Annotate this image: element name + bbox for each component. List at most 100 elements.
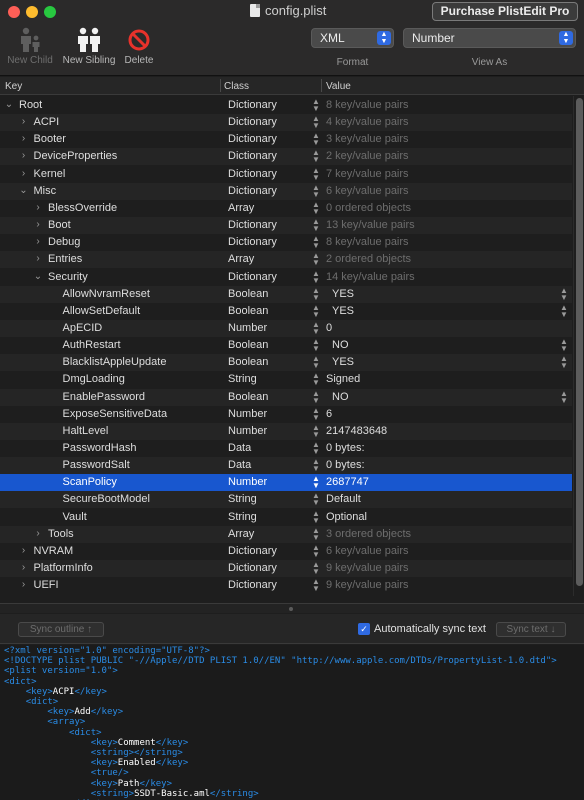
outline-row[interactable]: AllowSetDefault Boolean ▲ ▼ YES ▲ ▼ <box>0 303 572 320</box>
row-value[interactable]: 6 key/value pairs <box>326 185 409 197</box>
row-value[interactable]: 9 key/value pairs <box>326 562 409 574</box>
class-popup-chevron-icon[interactable]: ▲ ▼ <box>312 200 320 215</box>
sync-outline-button[interactable]: Sync outline ↑ <box>18 622 104 637</box>
new-child-button[interactable]: New Child <box>5 24 55 66</box>
column-key-header[interactable]: Key <box>5 81 22 92</box>
outline-row[interactable]: › ACPI Dictionary ▲ ▼ 4 key/value pairs <box>0 114 572 132</box>
class-popup-chevron-icon[interactable]: ▲ ▼ <box>312 389 320 404</box>
class-popup-chevron-icon[interactable]: ▲ ▼ <box>312 115 320 130</box>
row-key[interactable]: DeviceProperties <box>34 150 118 162</box>
sync-text-button[interactable]: Sync text ↓ <box>496 622 566 637</box>
row-class[interactable]: Dictionary <box>228 185 277 197</box>
outline-row[interactable]: ExposeSensitiveData Number ▲ ▼ 6 <box>0 406 572 423</box>
row-class[interactable]: Dictionary <box>228 562 277 574</box>
class-popup-chevron-icon[interactable]: ▲ ▼ <box>312 338 320 353</box>
row-key[interactable]: ExposeSensitiveData <box>63 408 168 420</box>
row-class[interactable]: Dictionary <box>228 133 277 145</box>
class-popup-chevron-icon[interactable]: ▲ ▼ <box>312 269 320 284</box>
row-class[interactable]: Boolean <box>228 305 268 317</box>
row-class[interactable]: Array <box>228 202 254 214</box>
delete-button[interactable]: Delete <box>121 24 157 66</box>
row-class[interactable]: Dictionary <box>228 219 277 231</box>
class-popup-chevron-icon[interactable]: ▲ ▼ <box>312 98 320 113</box>
format-select[interactable]: XML ▲ ▼ <box>311 28 394 48</box>
row-value[interactable]: 2147483648 <box>326 425 387 437</box>
outline-row[interactable]: ⌄ Misc Dictionary ▲ ▼ 6 key/value pairs <box>0 182 572 200</box>
row-key[interactable]: HaltLevel <box>63 425 109 437</box>
class-popup-chevron-icon[interactable]: ▲ ▼ <box>312 509 320 524</box>
row-key[interactable]: ScanPolicy <box>63 476 117 488</box>
row-key[interactable]: Kernel <box>34 168 66 180</box>
row-key[interactable]: BlessOverride <box>48 202 117 214</box>
row-value[interactable]: 8 key/value pairs <box>326 99 409 111</box>
row-value[interactable]: YES <box>332 356 354 368</box>
disclosure-closed-icon[interactable]: › <box>33 236 43 247</box>
row-class[interactable]: Array <box>228 528 254 540</box>
row-class[interactable]: Dictionary <box>228 116 277 128</box>
row-value[interactable]: 13 key/value pairs <box>326 219 415 231</box>
row-class[interactable]: Number <box>228 322 267 334</box>
row-class[interactable]: Number <box>228 408 267 420</box>
class-popup-chevron-icon[interactable]: ▲ ▼ <box>312 303 320 318</box>
row-class[interactable]: Data <box>228 459 251 471</box>
zoom-window-button[interactable] <box>44 6 56 18</box>
row-value[interactable]: 0 bytes: <box>326 442 365 454</box>
class-popup-chevron-icon[interactable]: ▲ ▼ <box>312 235 320 250</box>
disclosure-closed-icon[interactable]: › <box>33 253 43 264</box>
class-popup-chevron-icon[interactable]: ▲ ▼ <box>312 578 320 593</box>
class-popup-chevron-icon[interactable]: ▲ ▼ <box>312 492 320 507</box>
row-class[interactable]: Boolean <box>228 356 268 368</box>
xml-text-view[interactable]: <?xml version="1.0" encoding="UTF-8"?> <!… <box>0 645 584 800</box>
row-key[interactable]: PlatformInfo <box>34 562 93 574</box>
minimize-window-button[interactable] <box>26 6 38 18</box>
row-class[interactable]: Dictionary <box>228 236 277 248</box>
row-value[interactable]: YES <box>332 288 354 300</box>
outline-row[interactable]: BlacklistAppleUpdate Boolean ▲ ▼ YES ▲ ▼ <box>0 354 572 372</box>
row-value[interactable]: 6 <box>326 408 332 420</box>
row-key[interactable]: SecureBootModel <box>63 493 150 505</box>
class-popup-chevron-icon[interactable]: ▲ ▼ <box>312 286 320 301</box>
class-popup-chevron-icon[interactable]: ▲ ▼ <box>312 458 320 473</box>
row-key[interactable]: AuthRestart <box>63 339 121 351</box>
split-view-divider[interactable] <box>0 603 584 613</box>
outline-row[interactable]: › Tools Array ▲ ▼ 3 ordered objects <box>0 525 572 543</box>
outline-row[interactable]: PasswordHash Data ▲ ▼ 0 bytes: <box>0 440 572 457</box>
disclosure-closed-icon[interactable]: › <box>19 579 29 590</box>
disclosure-open-icon[interactable]: ⌄ <box>4 99 14 110</box>
row-class[interactable]: Dictionary <box>228 579 277 591</box>
row-key[interactable]: NVRAM <box>34 545 74 557</box>
row-value[interactable]: 0 bytes: <box>326 459 365 471</box>
row-value[interactable]: 4 key/value pairs <box>326 116 409 128</box>
row-key[interactable]: Tools <box>48 528 74 540</box>
row-value[interactable]: 6 key/value pairs <box>326 545 409 557</box>
row-key[interactable]: Misc <box>34 185 57 197</box>
class-popup-chevron-icon[interactable]: ▲ ▼ <box>312 543 320 558</box>
row-value[interactable]: NO <box>332 391 349 403</box>
row-value[interactable]: Optional <box>326 511 367 523</box>
row-class[interactable]: Data <box>228 442 251 454</box>
row-key[interactable]: BlacklistAppleUpdate <box>63 356 167 368</box>
row-key[interactable]: ApECID <box>63 322 103 334</box>
row-key[interactable]: Entries <box>48 253 82 265</box>
disclosure-closed-icon[interactable]: › <box>19 116 29 127</box>
row-key[interactable]: Booter <box>34 133 66 145</box>
disclosure-closed-icon[interactable]: › <box>33 219 43 230</box>
outline-row[interactable]: ApECID Number ▲ ▼ 0 <box>0 319 572 337</box>
row-key[interactable]: DmgLoading <box>63 373 125 385</box>
class-popup-chevron-icon[interactable]: ▲ ▼ <box>312 372 320 387</box>
row-value[interactable]: Default <box>326 493 361 505</box>
row-key[interactable]: ACPI <box>34 116 60 128</box>
column-divider[interactable] <box>220 79 221 92</box>
row-class[interactable]: Boolean <box>228 339 268 351</box>
outline-row[interactable]: › Debug Dictionary ▲ ▼ 8 key/value pairs <box>0 234 572 251</box>
row-class[interactable]: String <box>228 493 257 505</box>
row-class[interactable]: Dictionary <box>228 271 277 283</box>
class-popup-chevron-icon[interactable]: ▲ ▼ <box>312 149 320 164</box>
outline-row[interactable]: SecureBootModel String ▲ ▼ Default <box>0 491 572 509</box>
row-class[interactable]: String <box>228 373 257 385</box>
outline-row[interactable]: › Boot Dictionary ▲ ▼ 13 key/value pairs <box>0 217 572 235</box>
outline-row[interactable]: ⌄ Root Dictionary ▲ ▼ 8 key/value pairs <box>0 97 572 114</box>
outline-row[interactable]: Vault String ▲ ▼ Optional <box>0 509 572 526</box>
row-key[interactable]: AllowSetDefault <box>63 305 141 317</box>
value-popup-chevron-icon[interactable]: ▲ ▼ <box>560 338 568 353</box>
